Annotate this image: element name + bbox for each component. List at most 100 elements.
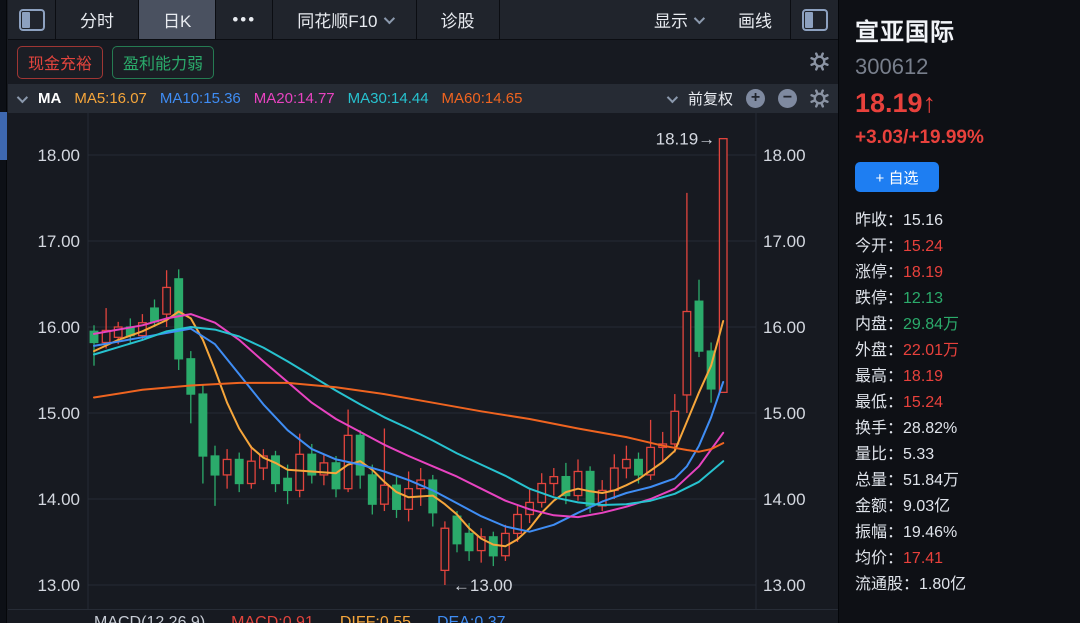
toolbar-tab-3[interactable]: 同花顺F10 — [273, 0, 417, 39]
collapse-left-panel-button[interactable] — [8, 0, 56, 39]
ma-bar-controls: 前复权 + − — [666, 88, 829, 109]
toolbar-action-label: 画线 — [738, 12, 772, 31]
toolbar-tab-label: 同花顺F10 — [297, 12, 378, 31]
svg-text:18.19→: 18.19→ — [656, 130, 716, 149]
stat-row-6: 最高： 18.19 — [855, 364, 1066, 390]
signal-tag-0[interactable]: 现金充裕 — [17, 46, 104, 79]
stat-label: 量比： — [855, 446, 904, 463]
stat-label: 换手： — [855, 420, 904, 437]
tags-settings-gear-icon[interactable] — [810, 52, 829, 71]
macd-legend-item-3: DEA:0.37 — [437, 614, 506, 623]
macd-legend: MACD(12,26,9) MACD:0.91 DIFF:0.55 DEA:0.37 — [8, 610, 838, 623]
left-edge-strip — [0, 0, 7, 623]
stat-label: 均价： — [855, 550, 904, 567]
toolbar-tab-label: 诊股 — [440, 12, 475, 31]
stat-row-4: 内盘： 29.84万 — [855, 312, 1066, 338]
toolbar-action-0[interactable]: 显示 — [636, 7, 720, 32]
stat-row-14: 流通股： 1.80亿 — [855, 572, 1066, 598]
stat-label: 金额： — [855, 498, 904, 515]
stock-code: 300612 — [855, 54, 929, 79]
stat-label: 振幅： — [855, 524, 904, 541]
chart-canvas[interactable]: 18.00 18.00 17.00 17.00 16.00 16.00 15.00 15.00… — [8, 113, 838, 609]
svg-text:14.00: 14.00 — [763, 490, 806, 509]
stat-row-12: 振幅： 19.46% — [855, 520, 1066, 546]
toolbar-tab-0[interactable]: 分时 — [56, 0, 139, 39]
stat-row-2: 涨停： 18.19 — [855, 260, 1066, 286]
stat-value: 5.33 — [903, 446, 935, 463]
stat-row-11: 金额： 9.03亿 — [855, 494, 1066, 520]
left-scroll-indicator[interactable] — [0, 112, 7, 160]
macd-legend-item-0: MACD(12,26,9) — [94, 614, 206, 623]
macd-legend-item-2: DIFF:0.55 — [339, 614, 411, 623]
stat-row-13: 均价： 17.41 — [855, 546, 1066, 572]
panel-toggle-icon — [18, 8, 45, 31]
svg-text:16.00: 16.00 — [37, 318, 80, 337]
stock-name: 宣亚国际 — [855, 19, 955, 46]
svg-text:13.00: 13.00 — [763, 576, 806, 595]
toolbar-action-1[interactable]: 画线 — [720, 7, 790, 32]
svg-text:17.00: 17.00 — [763, 232, 806, 251]
indicator-settings-gear-icon[interactable] — [810, 89, 829, 108]
toolbar-tab-label: 分时 — [80, 12, 114, 31]
stat-value: 28.82% — [903, 420, 958, 437]
stat-label: 内盘： — [855, 316, 904, 333]
toolbar-tab-label: ••• — [232, 9, 257, 29]
zoom-in-button[interactable]: + — [746, 89, 765, 108]
quote-side-panel: 宣亚国际 300612 18.19↑ +3.03/+19.99% + 自选 昨收… — [838, 0, 1080, 623]
ma-indicator-bar: MA MA5:16.07 MA10:15.36 MA20:14.77 MA30:14.… — [8, 84, 838, 113]
svg-text:13.00: 13.00 — [37, 576, 80, 595]
candlestick-chart[interactable]: 18.00 18.00 17.00 17.00 16.00 16.00 15.00 15.00… — [8, 113, 838, 609]
stat-label: 总量： — [855, 472, 904, 489]
stat-value: 19.46% — [903, 524, 958, 541]
svg-text:←13.00: ←13.00 — [453, 576, 513, 595]
stat-label: 昨收： — [855, 212, 904, 229]
stat-value: 51.84万 — [903, 472, 960, 489]
ma-legend-item-2: MA20:14.77 — [253, 90, 335, 107]
toolbar-tab-4[interactable]: 诊股 — [417, 0, 500, 39]
stat-value: 18.19 — [903, 264, 944, 281]
svg-text:18.00: 18.00 — [763, 146, 806, 165]
macd-legend-item-1: MACD:0.91 — [231, 614, 314, 623]
stat-row-9: 量比： 5.33 — [855, 442, 1066, 468]
stat-label: 跌停： — [855, 290, 904, 307]
toolbar-action-label: 显示 — [654, 12, 688, 31]
ma-legend: MA5:16.07 MA10:15.36 MA20:14.77 MA30:14.44 M… — [74, 90, 522, 107]
tags-host: 现金充裕 盈利能力弱 — [17, 46, 215, 79]
ma-title: MA — [38, 90, 62, 107]
stat-label: 今开： — [855, 238, 904, 255]
stat-value: 12.13 — [903, 290, 944, 307]
add-watchlist-button[interactable]: + 自选 — [855, 162, 939, 192]
stat-row-10: 总量： 51.84万 — [855, 468, 1066, 494]
toolbar-tab-2[interactable]: ••• — [216, 0, 274, 39]
svg-text:16.00: 16.00 — [763, 318, 806, 337]
svg-text:18.00: 18.00 — [37, 146, 80, 165]
chevron-down-icon[interactable] — [666, 91, 679, 103]
stat-row-3: 跌停： 12.13 — [855, 286, 1066, 312]
stat-value: 22.01万 — [903, 342, 960, 359]
stat-value: 15.16 — [903, 212, 944, 229]
toolbar-tab-1[interactable]: 日K — [139, 0, 217, 39]
chevron-down-icon — [383, 12, 395, 24]
stock-chart-window: 分时 日K ••• 同花顺F10 诊股 显示 画线 现金充裕 盈利能力弱 MA MA5:16… — [0, 0, 1080, 623]
signal-tag-1[interactable]: 盈利能力弱 — [112, 46, 215, 79]
toolbar-tabs: 分时 日K ••• 同花顺F10 诊股 — [56, 0, 500, 39]
stat-row-7: 最低： 15.24 — [855, 390, 1066, 416]
chevron-down-icon — [693, 12, 706, 24]
stat-row-8: 换手： 28.82% — [855, 416, 1066, 442]
stat-value: 18.19 — [903, 368, 944, 385]
collapse-right-panel-button[interactable] — [790, 0, 838, 39]
stat-label: 涨停： — [855, 264, 904, 281]
adjust-mode-selector[interactable]: 前复权 — [688, 88, 733, 109]
stat-value: 15.24 — [903, 394, 944, 411]
zoom-out-button[interactable]: − — [778, 89, 797, 108]
annotations: 18.19→ ←13.00 — [453, 130, 715, 595]
svg-text:15.00: 15.00 — [37, 404, 80, 423]
stat-label: 流通股： — [855, 576, 920, 593]
toolbar-right-group: 显示 画线 — [636, 0, 790, 39]
candles — [89, 138, 728, 585]
signal-tags-row: 现金充裕 盈利能力弱 — [8, 41, 838, 84]
macd-panel-clipped: MACD(12,26,9) MACD:0.91 DIFF:0.55 DEA:0.37 — [8, 609, 838, 623]
chevron-down-icon[interactable] — [16, 91, 29, 103]
toolbar: 分时 日K ••• 同花顺F10 诊股 显示 画线 — [8, 0, 838, 40]
ma-legend-item-4: MA60:14.65 — [441, 90, 523, 107]
